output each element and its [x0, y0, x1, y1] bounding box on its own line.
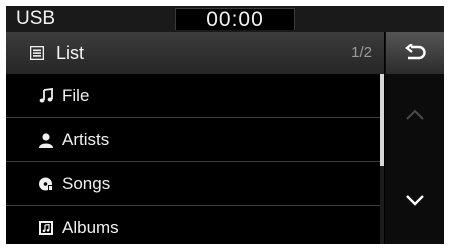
clock-box: 00:00 [175, 8, 295, 31]
back-button[interactable] [385, 32, 444, 74]
music-note-icon [39, 88, 53, 103]
album-icon [39, 221, 53, 235]
list-item-artists[interactable]: Artists [6, 118, 380, 162]
list-item-file[interactable]: File [6, 74, 380, 118]
scroll-panel [385, 74, 444, 244]
scroll-down-button[interactable] [385, 159, 444, 244]
chevron-down-icon [406, 195, 424, 206]
list-icon [30, 46, 44, 60]
scroll-up-button[interactable] [385, 74, 444, 159]
list-item-label: Artists [62, 130, 110, 149]
scrollbar[interactable] [380, 74, 384, 244]
person-icon [39, 133, 53, 148]
back-arrow-icon [405, 44, 426, 60]
source-label: USB [16, 8, 56, 29]
chevron-up-icon [406, 109, 424, 120]
clock: 00:00 [206, 8, 264, 31]
disc-icon [39, 177, 53, 191]
list-item-albums[interactable]: Albums [6, 206, 380, 244]
list-item-label: Songs [62, 174, 111, 193]
page-indicator: 1/2 [351, 44, 372, 61]
list-area: File Artists Songs Albums [6, 74, 384, 244]
scrollbar-thumb[interactable] [380, 74, 384, 166]
status-bar: USB 00:00 [6, 6, 444, 32]
screen: USB 00:00 List 1/2 File Artists Songs Al… [6, 6, 444, 244]
list-item-songs[interactable]: Songs [6, 162, 380, 206]
list-item-label: Albums [62, 218, 119, 237]
list-item-label: File [62, 86, 90, 105]
list-header: List 1/2 [6, 32, 384, 74]
page-title: List [56, 43, 85, 63]
